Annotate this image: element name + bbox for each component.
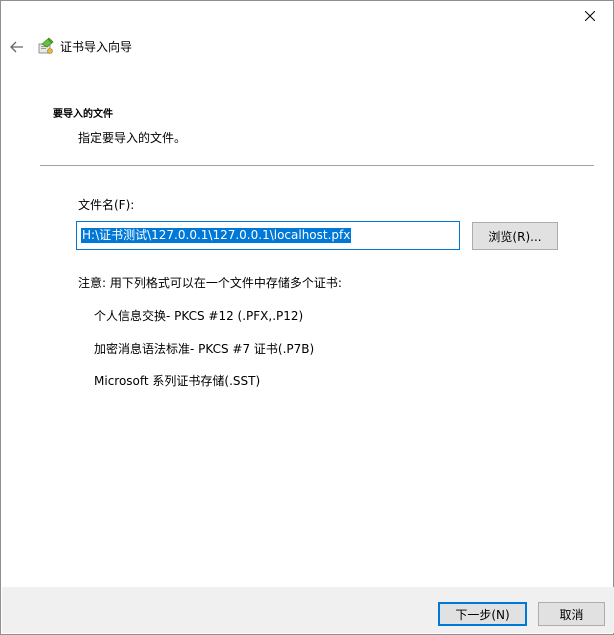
back-button[interactable] bbox=[7, 37, 27, 57]
browse-button[interactable]: 浏览(R)... bbox=[472, 222, 558, 250]
notes-intro: 注意: 用下列格式可以在一个文件中存储多个证书: bbox=[78, 276, 342, 290]
close-icon bbox=[585, 11, 595, 21]
filename-value: H:\证书测试\127.0.0.1\127.0.0.1\localhost.pf… bbox=[81, 228, 352, 243]
format-item-p7b: 加密消息语法标准- PKCS #7 证书(.P7B) bbox=[94, 342, 315, 356]
certificate-wizard-icon bbox=[37, 37, 55, 55]
page-heading: 要导入的文件 bbox=[53, 109, 113, 120]
page-subheading: 指定要导入的文件。 bbox=[78, 131, 187, 145]
filename-input[interactable]: H:\证书测试\127.0.0.1\127.0.0.1\localhost.pf… bbox=[76, 221, 460, 250]
wizard-title: 证书导入向导 bbox=[60, 40, 133, 54]
close-button[interactable] bbox=[567, 1, 613, 31]
back-arrow-icon bbox=[10, 41, 23, 53]
format-item-sst: Microsoft 系列证书存储(.SST) bbox=[94, 374, 261, 388]
certificate-import-wizard-window: 证书导入向导 要导入的文件 指定要导入的文件。 文件名(F): H:\证书测试\… bbox=[0, 0, 614, 635]
filename-label: 文件名(F): bbox=[78, 198, 135, 212]
header-divider bbox=[40, 165, 594, 166]
next-button[interactable]: 下一步(N) bbox=[438, 602, 527, 626]
cancel-button[interactable]: 取消 bbox=[538, 602, 605, 626]
format-item-pfx: 个人信息交换- PKCS #12 (.PFX,.P12) bbox=[94, 309, 304, 323]
